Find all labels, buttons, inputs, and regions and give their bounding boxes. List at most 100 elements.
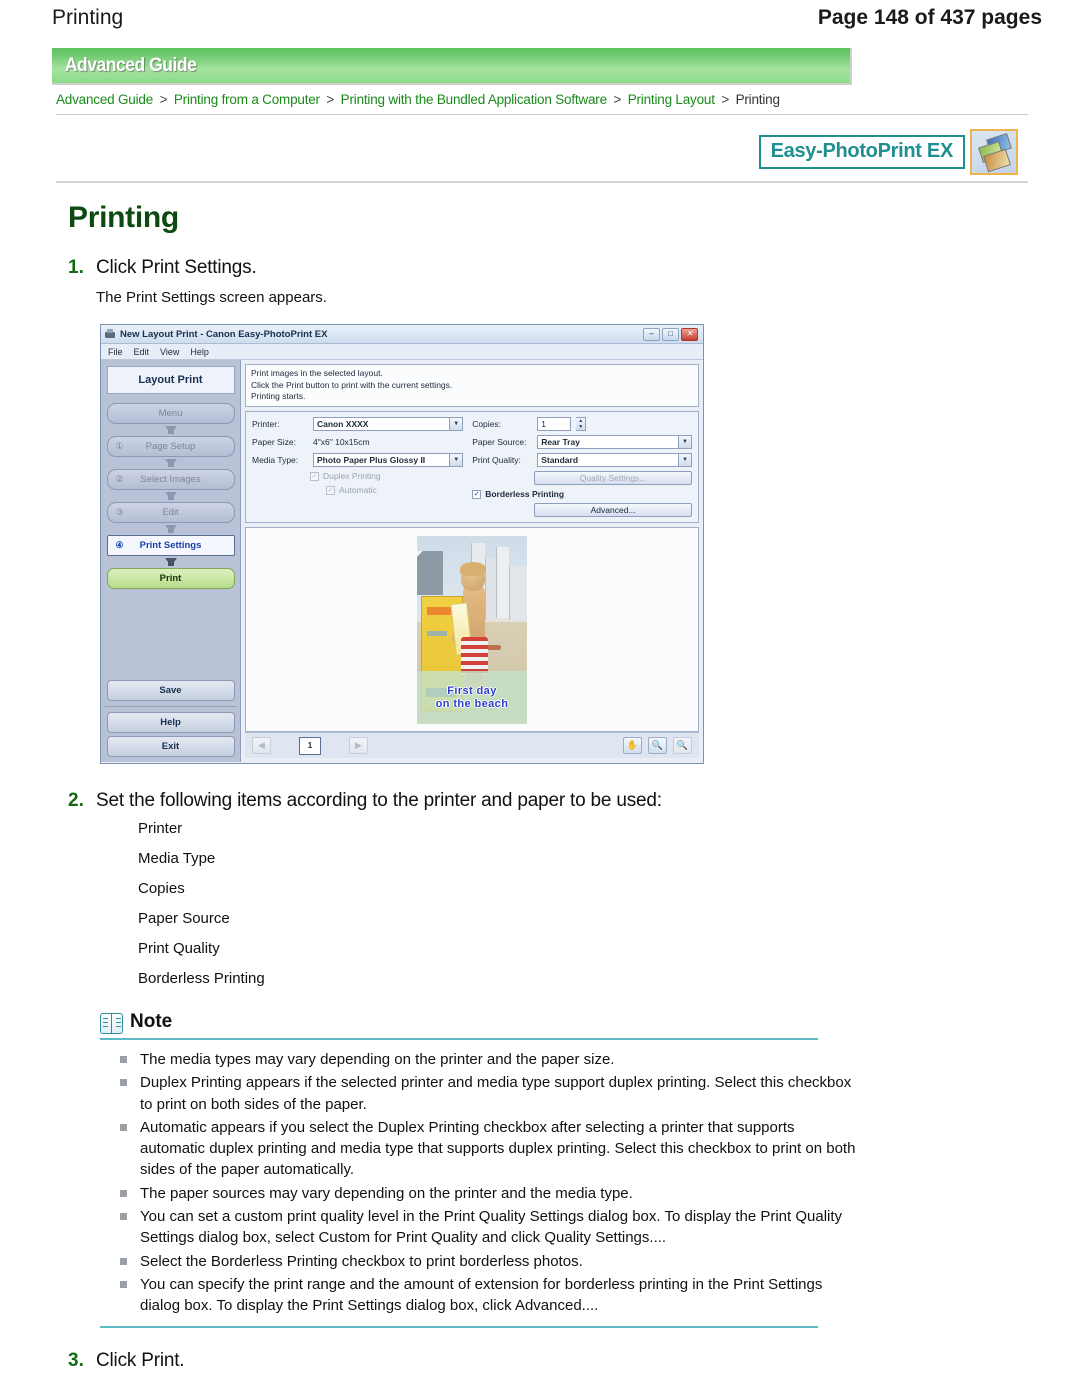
caption-line-1: First day — [447, 684, 497, 697]
minimize-button[interactable]: – — [643, 327, 660, 341]
zoom-out-button[interactable]: 🔍 — [673, 737, 692, 754]
sidebar-item-print-settings[interactable]: ④ Print Settings — [106, 535, 235, 556]
printer-select[interactable]: Canon XXXX ▼ — [313, 417, 464, 432]
note-item: The paper sources may vary depending on … — [116, 1183, 856, 1204]
sidebar-item-menu[interactable]: Menu — [106, 403, 235, 424]
photo-building — [485, 558, 496, 621]
breadcrumb-item-0[interactable]: Advanced Guide — [56, 92, 153, 107]
sidebar-item-print-settings-label: Print Settings — [139, 540, 202, 551]
print-button-label: Print — [159, 573, 182, 584]
note-header: Note — [100, 1011, 1028, 1034]
paper-source-select[interactable]: Rear Tray ▼ — [537, 435, 692, 450]
menu-edit[interactable]: Edit — [134, 347, 150, 357]
menu-file[interactable]: File — [108, 347, 123, 357]
list-item: Printer — [138, 820, 183, 837]
preview-photo: First day on the beach — [417, 535, 527, 724]
advanced-button[interactable]: Advanced... — [534, 503, 692, 518]
save-button[interactable]: Save — [106, 680, 235, 701]
page-title: Printing — [68, 201, 179, 234]
note-title: Note — [130, 1011, 173, 1032]
print-quality-select[interactable]: Standard ▼ — [537, 453, 692, 468]
document-content: Printing 1. Click Print Settings. The Pr… — [0, 201, 1080, 1372]
note-list: The media types may vary depending on th… — [116, 1049, 856, 1317]
description-line-1: Print images in the selected layout. — [251, 368, 383, 378]
menu-help[interactable]: Help — [190, 347, 209, 357]
print-quality-label: Print Quality: — [472, 455, 521, 466]
note-item: The media types may vary depending on th… — [116, 1049, 856, 1070]
maximize-button[interactable]: □ — [662, 327, 679, 341]
paper-source-row: Paper Source: Rear Tray ▼ — [472, 435, 692, 450]
advanced-button-label: Advanced... — [590, 505, 636, 516]
note-top-divider — [100, 1038, 818, 1040]
sidebar: Layout Print Menu ① Page Setup ② Select … — [101, 360, 241, 762]
media-type-row: Media Type: Photo Paper Plus Glossy II ▼ — [252, 453, 464, 468]
breadcrumb-item-4: Printing — [735, 92, 780, 107]
maximize-icon: □ — [668, 329, 673, 338]
next-arrow-icon: ▶ — [355, 740, 362, 750]
copies-stepper[interactable]: ▲ ▼ — [576, 417, 587, 432]
photo-umbrella — [417, 550, 443, 595]
app-screenshot: New Layout Print - Canon Easy-PhotoPrint… — [100, 324, 704, 764]
next-page-button[interactable]: ▶ — [349, 737, 368, 754]
breadcrumb-item-1[interactable]: Printing from a Computer — [174, 92, 320, 107]
help-button[interactable]: Help — [106, 712, 235, 733]
arrow-down-icon — [164, 525, 177, 533]
copies-row: Copies: 1 ▲ ▼ — [472, 417, 692, 432]
previous-page-button[interactable]: ◀ — [252, 737, 271, 754]
automatic-label: Automatic — [339, 485, 377, 496]
hand-tool-button[interactable]: ✋ — [623, 737, 642, 754]
quality-settings-button[interactable]: Quality Settings... — [534, 471, 692, 486]
step-2-text: Set the following items according to the… — [96, 790, 662, 811]
step-3: 3. Click Print. — [68, 1350, 1028, 1372]
copies-input[interactable]: 1 — [537, 417, 572, 432]
sidebar-item-page-setup-label: Page Setup — [145, 441, 196, 452]
printer-value: Canon XXXX — [317, 419, 369, 430]
sidebar-divider — [104, 706, 237, 707]
print-preview-area[interactable]: First day on the beach — [245, 527, 699, 732]
logo-divider — [56, 181, 1028, 183]
window-controls: – □ ✕ — [643, 327, 700, 341]
exit-button[interactable]: Exit — [106, 736, 235, 757]
duplex-printing-checkbox[interactable]: ✓ Duplex Printing — [310, 471, 463, 481]
menu-view[interactable]: View — [160, 347, 179, 357]
close-button[interactable]: ✕ — [681, 327, 698, 341]
settings-right-column: Copies: 1 ▲ ▼ Paper Source: Rear Tray ▼ … — [472, 417, 692, 518]
breadcrumb-item-3[interactable]: Printing Layout — [628, 92, 715, 107]
automatic-checkbox[interactable]: ✓ Automatic — [326, 485, 463, 495]
easy-photoprint-logo-row: Easy-PhotoPrint EX — [0, 115, 1080, 175]
preview-toolbar: ◀ 1 ▶ ✋ 🔍 🔍 — [245, 732, 699, 758]
breadcrumb-separator: > — [721, 92, 730, 107]
step-1-number: 1. — [68, 257, 84, 278]
app-icon — [104, 328, 116, 340]
sidebar-mode-title: Layout Print — [106, 366, 235, 394]
borderless-printing-checkbox[interactable]: ✓ Borderless Printing — [472, 489, 692, 499]
breadcrumb: Advanced Guide > Printing from a Compute… — [0, 85, 1080, 107]
book-icon — [100, 1012, 123, 1034]
zoom-in-button[interactable]: 🔍 — [648, 737, 667, 754]
breadcrumb-item-2[interactable]: Printing with the Bundled Application So… — [341, 92, 607, 107]
page-indicator[interactable]: 1 — [299, 736, 321, 755]
copies-value: 1 — [541, 419, 546, 430]
page-indicator-value: 1 — [307, 741, 313, 750]
step-3-text: Click Print. — [96, 1349, 185, 1371]
easy-photoprint-logo-text: Easy-PhotoPrint EX — [758, 135, 965, 169]
media-type-select[interactable]: Photo Paper Plus Glossy II ▼ — [313, 453, 464, 468]
printer-row: Printer: Canon XXXX ▼ — [252, 417, 464, 432]
breadcrumb-separator: > — [613, 92, 622, 107]
print-button[interactable]: Print — [106, 568, 235, 589]
note-item: You can set a custom print quality level… — [116, 1206, 856, 1249]
advanced-guide-banner-wrap: Advanced Guide — [0, 30, 1080, 85]
chevron-down-icon: ▼ — [449, 418, 463, 431]
sidebar-item-select-images[interactable]: ② Select Images — [106, 469, 235, 490]
checkbox-icon: ✓ — [472, 489, 482, 499]
chevron-down-icon: ▼ — [678, 436, 691, 449]
sidebar-item-edit[interactable]: ③ Edit — [106, 502, 235, 523]
copies-label: Copies: — [472, 419, 502, 430]
sidebar-item-page-setup[interactable]: ① Page Setup — [106, 436, 235, 457]
save-button-label: Save — [159, 685, 182, 696]
note-bottom-divider — [100, 1325, 818, 1328]
minimize-icon: – — [649, 329, 654, 338]
breadcrumb-separator: > — [326, 92, 335, 107]
stepper-down-icon[interactable]: ▼ — [576, 424, 585, 430]
hand-icon: ✋ — [626, 740, 639, 750]
